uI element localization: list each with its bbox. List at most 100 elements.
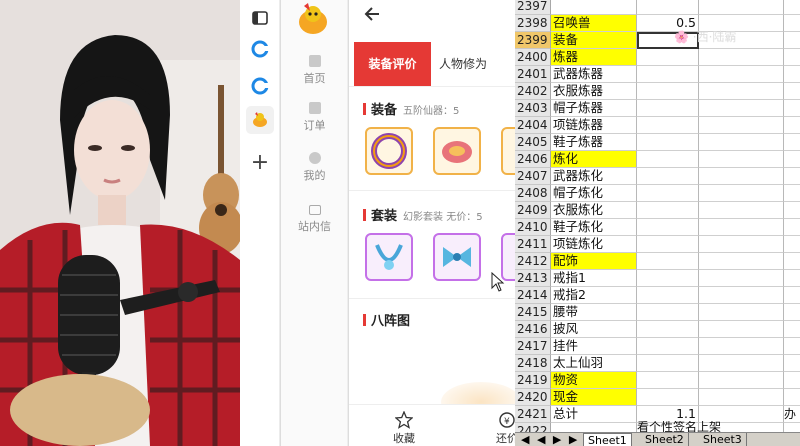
cell-c[interactable] <box>699 49 784 66</box>
row-number[interactable]: 2409 <box>515 202 551 219</box>
cell-d[interactable] <box>784 66 800 83</box>
row-number[interactable]: 2407 <box>515 168 551 185</box>
cell-d[interactable] <box>784 236 800 253</box>
refresh-app-icon[interactable] <box>246 72 274 100</box>
cell-b[interactable] <box>637 168 699 185</box>
cell-d[interactable] <box>784 287 800 304</box>
cell-c[interactable] <box>699 66 784 83</box>
cell-b[interactable] <box>637 66 699 83</box>
cell-c[interactable] <box>699 117 784 134</box>
equipment-item[interactable] <box>433 127 481 175</box>
cell-b[interactable] <box>637 134 699 151</box>
cell-d[interactable] <box>784 49 800 66</box>
cell-b[interactable] <box>637 304 699 321</box>
cell-b[interactable] <box>637 355 699 372</box>
cell-d[interactable] <box>784 355 800 372</box>
cell-d[interactable] <box>784 253 800 270</box>
cell-c[interactable] <box>699 355 784 372</box>
cell-a[interactable]: 总计 <box>551 406 637 423</box>
row-number[interactable]: 2402 <box>515 83 551 100</box>
cell-a[interactable]: 炼器 <box>551 49 637 66</box>
back-arrow-icon[interactable] <box>363 4 383 24</box>
cell-d[interactable] <box>784 117 800 134</box>
cell-c[interactable] <box>699 219 784 236</box>
cell-c[interactable] <box>699 304 784 321</box>
row-number[interactable]: 2411 <box>515 236 551 253</box>
suit-item[interactable] <box>433 233 481 281</box>
cell-d[interactable] <box>784 0 800 15</box>
row-number[interactable]: 2413 <box>515 270 551 287</box>
cell-a[interactable]: 物资 <box>551 372 637 389</box>
row-number[interactable]: 2412 <box>515 253 551 270</box>
cell-d[interactable] <box>784 83 800 100</box>
row-number[interactable]: 2414 <box>515 287 551 304</box>
cell-d[interactable] <box>784 304 800 321</box>
cell-b[interactable] <box>637 372 699 389</box>
row-number[interactable]: 2397 <box>515 0 551 15</box>
cell-b[interactable] <box>637 185 699 202</box>
cell-d[interactable] <box>784 32 800 49</box>
cell-a[interactable]: 腰带 <box>551 304 637 321</box>
cell-d[interactable] <box>784 372 800 389</box>
cell-a[interactable]: 鞋子炼化 <box>551 219 637 236</box>
cell-a[interactable]: 衣服炼器 <box>551 83 637 100</box>
row-number[interactable]: 2399 <box>515 32 551 49</box>
cell-c[interactable] <box>699 389 784 406</box>
row-number[interactable]: 2406 <box>515 151 551 168</box>
row-number[interactable]: 2405 <box>515 134 551 151</box>
cell-c[interactable] <box>699 287 784 304</box>
favorite-button[interactable]: 收藏 <box>389 410 419 446</box>
row-number[interactable]: 2408 <box>515 185 551 202</box>
cell-d[interactable] <box>784 338 800 355</box>
cell-b[interactable] <box>637 49 699 66</box>
suit-item[interactable] <box>365 233 413 281</box>
cell-b[interactable] <box>637 219 699 236</box>
row-number[interactable]: 2418 <box>515 355 551 372</box>
cell-d[interactable] <box>784 321 800 338</box>
cell-c[interactable] <box>699 236 784 253</box>
row-number[interactable]: 2416 <box>515 321 551 338</box>
cell-d[interactable] <box>784 389 800 406</box>
cell-b[interactable] <box>637 253 699 270</box>
cell-a[interactable]: 召唤兽 <box>551 15 637 32</box>
cell-a[interactable]: 挂件 <box>551 338 637 355</box>
row-number[interactable]: 2401 <box>515 66 551 83</box>
cell-a[interactable]: 炼化 <box>551 151 637 168</box>
cell-a[interactable]: 现金 <box>551 389 637 406</box>
cell-b[interactable] <box>637 338 699 355</box>
cell-a[interactable]: 项链炼化 <box>551 236 637 253</box>
counter-offer-button[interactable]: ¥ 还价 <box>487 411 515 446</box>
row-number[interactable]: 2417 <box>515 338 551 355</box>
row-number[interactable]: 2421 <box>515 406 551 423</box>
cell-c[interactable] <box>699 270 784 287</box>
nav-me[interactable]: 我的 <box>281 152 348 183</box>
cell-a[interactable]: 项链炼器 <box>551 117 637 134</box>
sheet-nav-arrows[interactable]: ◀ ◀ ▶ ▶ <box>521 433 579 446</box>
cell-c[interactable] <box>699 83 784 100</box>
cell-b[interactable] <box>637 151 699 168</box>
cell-c[interactable] <box>699 100 784 117</box>
cell-b[interactable] <box>637 389 699 406</box>
cell-a[interactable]: 戒指2 <box>551 287 637 304</box>
refresh-app-icon[interactable] <box>246 35 274 63</box>
cell-c[interactable] <box>699 202 784 219</box>
cell-b[interactable] <box>637 270 699 287</box>
row-number[interactable]: 2410 <box>515 219 551 236</box>
row-number[interactable]: 2420 <box>515 389 551 406</box>
row-number[interactable]: 2415 <box>515 304 551 321</box>
cell-b[interactable] <box>637 100 699 117</box>
cell-b[interactable] <box>637 236 699 253</box>
cell-a[interactable]: 武器炼化 <box>551 168 637 185</box>
row-number[interactable]: 2403 <box>515 100 551 117</box>
cell-c[interactable] <box>699 372 784 389</box>
cell-a[interactable]: 戒指1 <box>551 270 637 287</box>
cell-d[interactable] <box>784 202 800 219</box>
tab-equipment-eval[interactable]: 装备评价 <box>354 42 431 86</box>
row-number[interactable]: 2404 <box>515 117 551 134</box>
nav-home[interactable]: 首页 <box>281 55 348 86</box>
cell-a[interactable]: 帽子炼器 <box>551 100 637 117</box>
window-icon[interactable] <box>246 4 274 32</box>
cell-d[interactable] <box>784 219 800 236</box>
cell-c[interactable] <box>699 253 784 270</box>
add-tab-button[interactable]: + <box>246 148 274 176</box>
